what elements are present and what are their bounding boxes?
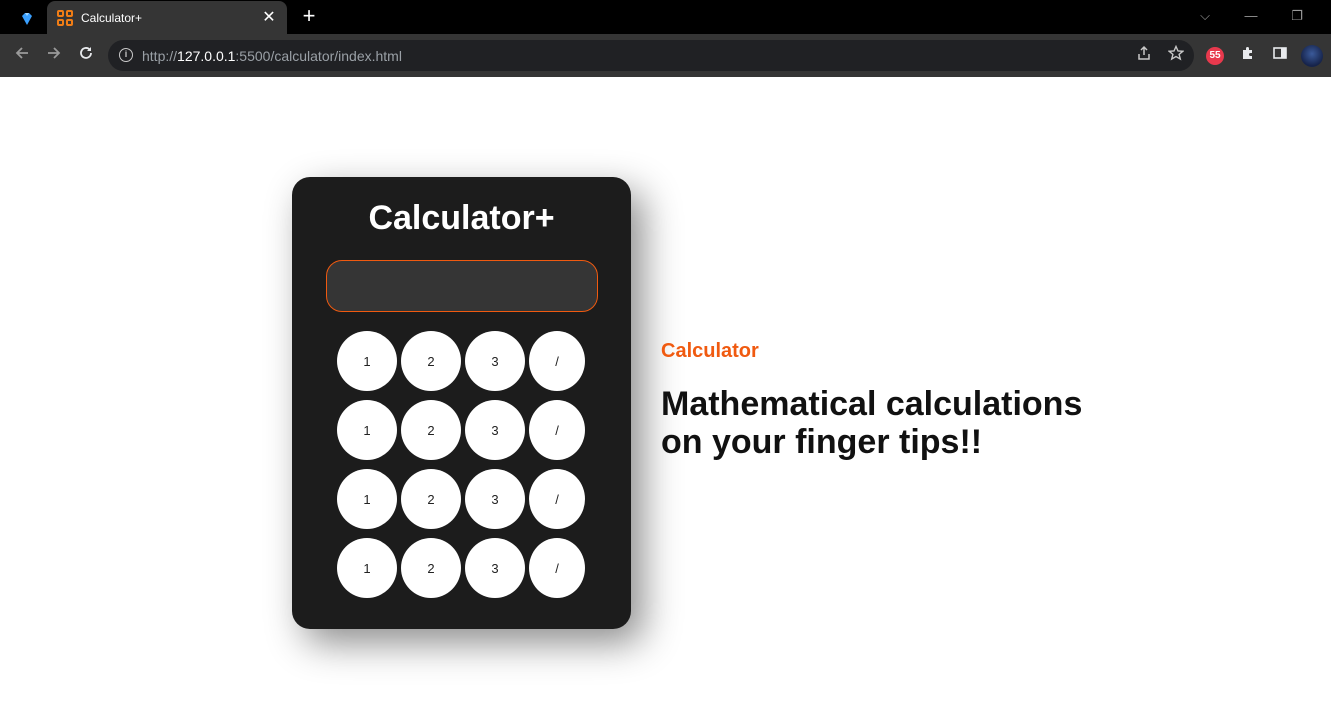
- info-icon[interactable]: i: [119, 48, 133, 62]
- extension-red-icon[interactable]: 55: [1206, 47, 1224, 65]
- new-tab-button[interactable]: +: [298, 5, 320, 28]
- sidepanel-icon[interactable]: [1269, 45, 1291, 67]
- calculator-display[interactable]: [326, 260, 598, 312]
- active-tab[interactable]: Calculator+ ✕: [47, 1, 287, 34]
- page-content: Calculator+ 1 2 3 / 1 2 3 / 1 2 3 / 1 2 …: [0, 77, 1331, 728]
- key-3[interactable]: 3: [465, 469, 525, 529]
- hero-kicker: Calculator: [661, 340, 759, 362]
- forward-arrow-icon[interactable]: [42, 43, 66, 67]
- star-icon[interactable]: [1166, 44, 1186, 65]
- key-1[interactable]: 1: [337, 538, 397, 598]
- minimize-button[interactable]: —: [1236, 6, 1266, 26]
- key-3[interactable]: 3: [465, 331, 525, 391]
- hero-heading: Mathematical calculations on your finger…: [661, 385, 1121, 461]
- key-2[interactable]: 2: [401, 331, 461, 391]
- key-divide[interactable]: /: [529, 400, 585, 460]
- key-2[interactable]: 2: [401, 400, 461, 460]
- puzzle-icon[interactable]: [1237, 45, 1259, 67]
- keypad: 1 2 3 / 1 2 3 / 1 2 3 / 1 2 3 /: [337, 331, 587, 598]
- tab-title: Calculator+: [81, 10, 143, 25]
- key-1[interactable]: 1: [337, 331, 397, 391]
- back-arrow-icon[interactable]: [10, 43, 34, 67]
- key-1[interactable]: 1: [337, 400, 397, 460]
- restore-button[interactable]: ❐: [1282, 6, 1312, 26]
- diamond-icon: [22, 13, 32, 25]
- tab-close-icon[interactable]: ✕: [261, 9, 277, 26]
- key-divide[interactable]: /: [529, 331, 585, 391]
- key-divide[interactable]: /: [529, 538, 585, 598]
- browser-tab-bar: Calculator+ ✕ + ⌵ — ❐: [0, 0, 1331, 34]
- key-2[interactable]: 2: [401, 538, 461, 598]
- key-3[interactable]: 3: [465, 400, 525, 460]
- tab-search-dropdown-icon[interactable]: ⌵: [1190, 6, 1220, 26]
- address-bar[interactable]: i http://127.0.0.1:5500/calculator/index…: [108, 40, 1194, 71]
- hero-heading-line-2: on your finger tips!!: [661, 423, 983, 461]
- url-text: http://127.0.0.1:5500/calculator/index.h…: [142, 48, 402, 64]
- key-3[interactable]: 3: [465, 538, 525, 598]
- profile-avatar[interactable]: [1301, 45, 1323, 67]
- pinned-tab[interactable]: [8, 4, 46, 34]
- browser-toolbar: i http://127.0.0.1:5500/calculator/index…: [0, 34, 1331, 77]
- key-2[interactable]: 2: [401, 469, 461, 529]
- hero-heading-line-1: Mathematical calculations: [661, 385, 1083, 423]
- key-divide[interactable]: /: [529, 469, 585, 529]
- key-1[interactable]: 1: [337, 469, 397, 529]
- grid-favicon: [57, 9, 73, 26]
- calculator-title: Calculator+: [368, 199, 555, 237]
- calculator-card: Calculator+ 1 2 3 / 1 2 3 / 1 2 3 / 1 2 …: [292, 177, 631, 629]
- reload-icon[interactable]: [74, 43, 98, 67]
- share-icon[interactable]: [1134, 45, 1154, 65]
